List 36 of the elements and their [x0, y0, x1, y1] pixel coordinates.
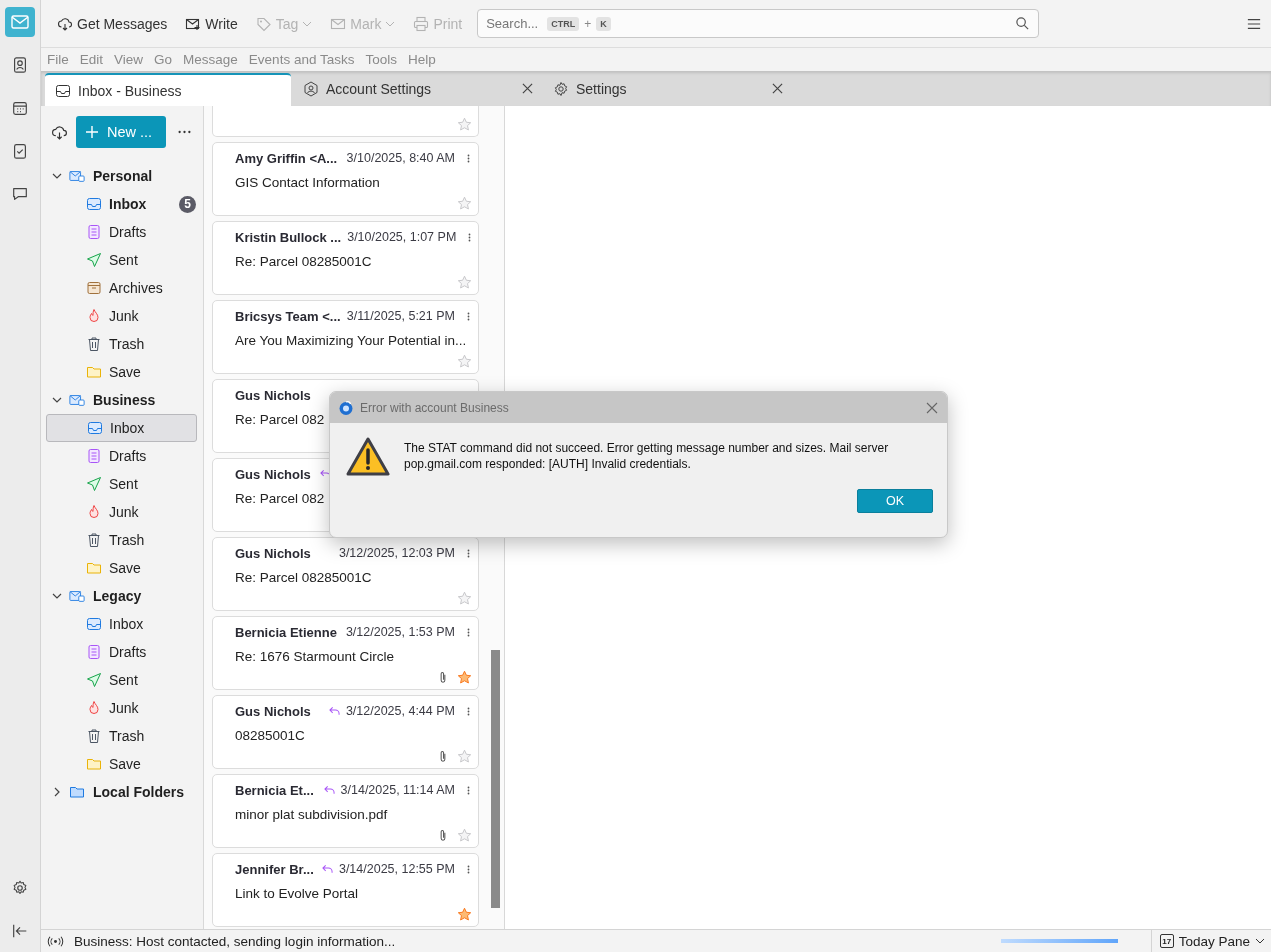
unread-count: 5 [179, 195, 196, 213]
message-subject: Re: 1676 Starmount Circle [235, 649, 396, 664]
dialog-title: Error with account Business [360, 400, 509, 415]
message-date: 3/12/2025, 1:53 PM [345, 625, 455, 639]
sender-name: Jennifer Br... [235, 861, 314, 877]
calendar-date-icon: 17 [1159, 934, 1174, 948]
sender-name: Bernicia Et... [235, 782, 314, 798]
sender-name: Bernicia Etienne [235, 624, 337, 640]
sender-name: Gus Nichols [235, 387, 311, 403]
keyboard-key: CTRL [547, 16, 580, 31]
sender-name: Kristin Bullock ... [235, 229, 342, 245]
message-date: 3/14/2025, 11:14 AM [340, 783, 455, 797]
message-subject: GIS Contact Information [235, 175, 381, 190]
message-subject: Re: Parcel 08285001C [235, 570, 373, 585]
plus-sign: + [584, 16, 592, 31]
message-subject: minor plat subdivision.pdf [235, 807, 389, 822]
status-text: Business: Host contacted, sending login information... [74, 933, 396, 949]
message-date: 3/10/2025, 8:40 AM [346, 151, 455, 165]
sender-name: Bricsys Team <... [235, 308, 341, 324]
message-subject: Link to Evolve Portal [235, 886, 360, 901]
message-subject: Re: Parcel 082 [235, 491, 326, 506]
message-date: 3/11/2025, 5:21 PM [346, 309, 455, 323]
sender-name: Gus Nichols [235, 466, 311, 482]
sender-name: Gus Nichols [235, 703, 311, 719]
message-subject: Re: Parcel 08285001C [235, 254, 373, 269]
message-date: 3/12/2025, 4:44 PM [345, 704, 455, 718]
sender-name: Amy Griffin <A... [235, 150, 338, 166]
message-date: 3/10/2025, 1:07 PM [347, 230, 457, 244]
message-subject: Are You Maximizing Your Potential in... [235, 333, 468, 348]
message-subject: 08285001C [235, 728, 306, 743]
message-subject: Re: Parcel 082 [235, 412, 326, 427]
sender-name: Gus Nichols [235, 545, 311, 561]
keyboard-key: K [596, 16, 611, 31]
message-date: 3/14/2025, 12:55 PM [338, 862, 455, 876]
error-message: The STAT command did not succeed. Error getting message number and sizes. Mail server pop.gmail.com responded: [AUTH] Invalid credentials. [404, 440, 890, 473]
message-date: 3/12/2025, 12:03 PM [338, 546, 455, 560]
